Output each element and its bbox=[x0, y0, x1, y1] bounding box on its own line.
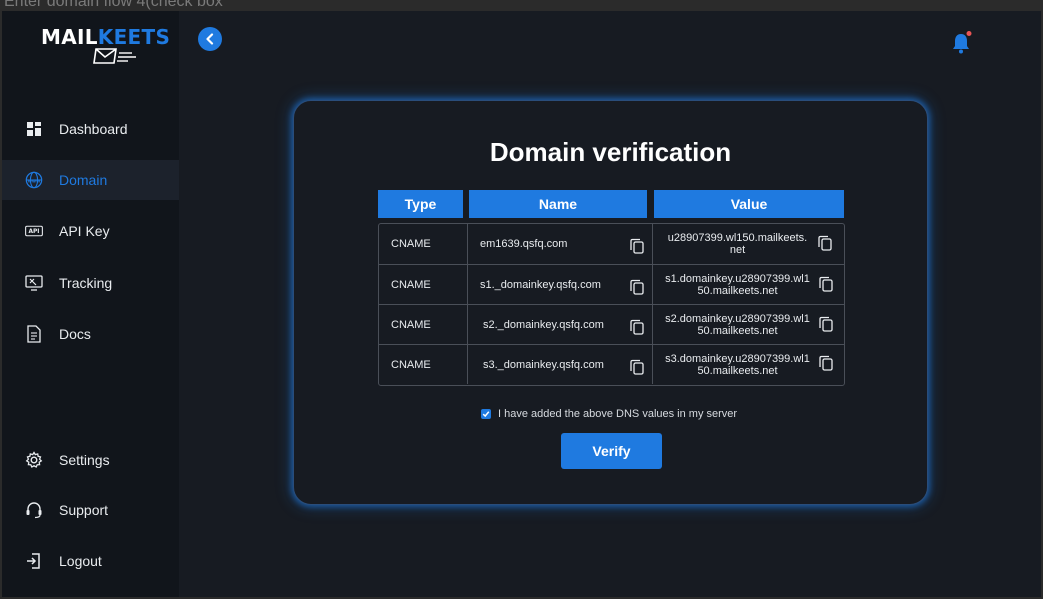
checkbox-label: I have added the above DNS values in my … bbox=[498, 408, 738, 420]
page-title: Domain verification bbox=[489, 137, 732, 167]
dns-records-table: CNAME em1639.qsfq.com u28907399.wl150.ma… bbox=[378, 223, 845, 386]
record-name: em1639.qsfq.com bbox=[467, 224, 652, 264]
record-type: CNAME bbox=[391, 278, 431, 291]
table-row: CNAME em1639.qsfq.com u28907399.wl150.ma… bbox=[379, 224, 844, 264]
record-name: s1._domainkey.qsfq.com bbox=[467, 265, 652, 304]
sidebar-item-label: Logout bbox=[59, 553, 102, 569]
bell-icon bbox=[953, 31, 972, 54]
table-row: CNAME s1._domainkey.qsfq.com s1.domainke… bbox=[379, 264, 844, 304]
sidebar-item-label: Dashboard bbox=[59, 121, 128, 137]
record-type: CNAME bbox=[391, 358, 431, 371]
sidebar-item-settings[interactable]: Settings bbox=[2, 440, 179, 480]
copy-value-icon[interactable] bbox=[819, 316, 833, 332]
record-value: s1.domainkey.u28907399.wl150.mailkeets.n… bbox=[652, 265, 844, 304]
sidebar-item-support[interactable]: Support bbox=[2, 490, 179, 530]
copy-value-icon[interactable] bbox=[819, 276, 833, 292]
sidebar-item-api-key[interactable]: API API Key bbox=[2, 211, 179, 251]
sidebar-item-label: Docs bbox=[59, 326, 91, 342]
copy-value-icon[interactable] bbox=[819, 355, 833, 371]
tracking-icon bbox=[25, 274, 43, 292]
sidebar-item-label: Support bbox=[59, 502, 109, 518]
sidebar-item-label: Domain bbox=[59, 172, 108, 188]
column-header-value: Value bbox=[654, 190, 844, 218]
brand-logo[interactable]: MAILKEETS bbox=[41, 25, 171, 71]
checkmark-icon bbox=[482, 411, 490, 418]
dashboard-icon bbox=[25, 120, 43, 138]
chevron-left-icon bbox=[206, 33, 214, 45]
svg-text:API: API bbox=[29, 229, 40, 235]
envelope-logo-icon bbox=[93, 48, 136, 64]
verify-button[interactable]: Verify bbox=[561, 433, 662, 469]
window-title: Enter domain flow 4(check box bbox=[4, 0, 223, 10]
sidebar-item-tracking[interactable]: Tracking bbox=[2, 263, 179, 303]
sidebar-item-dashboard[interactable]: Dashboard bbox=[2, 109, 179, 149]
back-button[interactable] bbox=[198, 27, 222, 51]
record-name: s2._domainkey.qsfq.com bbox=[467, 305, 652, 344]
logout-icon bbox=[25, 552, 43, 570]
table-row: CNAME s3._domainkey.qsfq.com s3.domainke… bbox=[379, 344, 844, 384]
dns-added-checkbox[interactable] bbox=[481, 409, 491, 419]
document-icon bbox=[25, 325, 43, 343]
column-header-type: Type bbox=[378, 190, 463, 218]
record-name: s3._domainkey.qsfq.com bbox=[467, 345, 652, 384]
gear-icon bbox=[25, 451, 43, 469]
record-type: CNAME bbox=[391, 318, 431, 331]
notification-button[interactable] bbox=[951, 31, 973, 55]
sidebar-item-label: Settings bbox=[59, 452, 110, 468]
copy-name-icon[interactable] bbox=[630, 238, 644, 254]
sidebar-item-logout[interactable]: Logout bbox=[2, 541, 179, 581]
globe-icon: www bbox=[25, 171, 43, 189]
copy-name-icon[interactable] bbox=[630, 279, 644, 295]
copy-name-icon[interactable] bbox=[630, 359, 644, 375]
sidebar-item-label: API Key bbox=[59, 223, 110, 239]
dns-confirmation[interactable]: I have added the above DNS values in my … bbox=[481, 408, 737, 420]
sidebar-item-docs[interactable]: Docs bbox=[2, 314, 179, 354]
table-row: CNAME s2._domainkey.qsfq.com s2.domainke… bbox=[379, 304, 844, 344]
svg-text:www: www bbox=[28, 179, 40, 184]
record-value: s3.domainkey.u28907399.wl150.mailkeets.n… bbox=[652, 345, 844, 384]
notification-dot bbox=[966, 31, 972, 36]
copy-name-icon[interactable] bbox=[630, 319, 644, 335]
sidebar: MAILKEETS Dashboard www Domain API API K… bbox=[2, 11, 179, 597]
copy-value-icon[interactable] bbox=[818, 235, 832, 251]
domain-verification-card: Domain verification Type Name Value CNAM… bbox=[293, 100, 928, 505]
column-header-name: Name bbox=[469, 190, 647, 218]
record-value: u28907399.wl150.mailkeets.net bbox=[652, 224, 844, 264]
app-window: MAILKEETS Dashboard www Domain API API K… bbox=[2, 11, 1041, 597]
record-value: s2.domainkey.u28907399.wl150.mailkeets.n… bbox=[652, 305, 844, 344]
api-icon: API bbox=[25, 222, 43, 240]
sidebar-item-label: Tracking bbox=[59, 275, 113, 291]
record-type: CNAME bbox=[391, 238, 431, 250]
brand-wordmark: MAILKEETS bbox=[41, 25, 171, 49]
headset-icon bbox=[25, 501, 43, 519]
sidebar-item-domain[interactable]: www Domain bbox=[2, 160, 179, 200]
